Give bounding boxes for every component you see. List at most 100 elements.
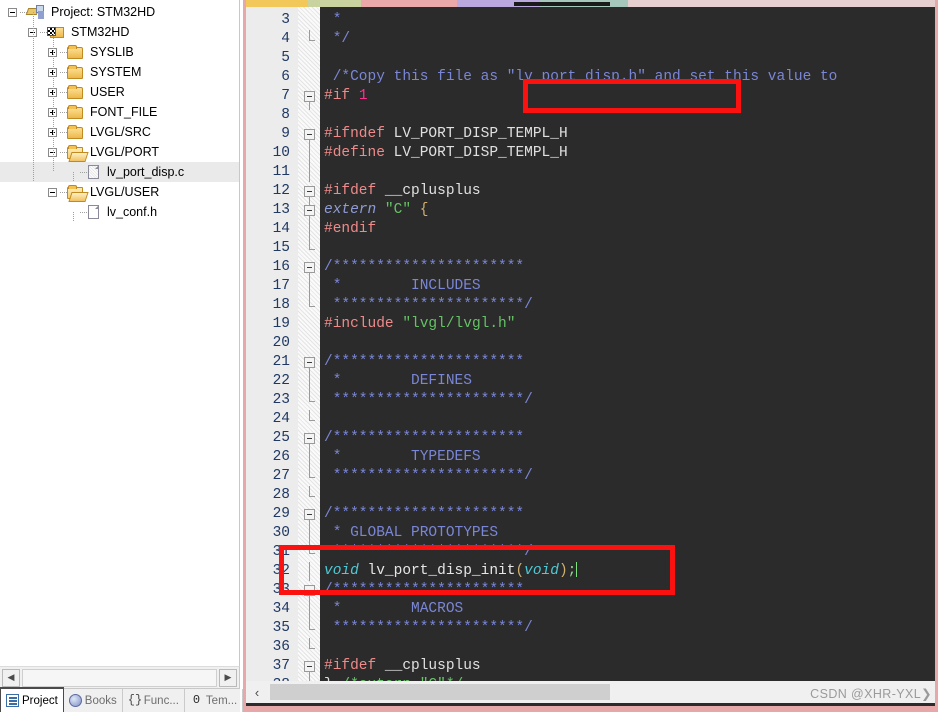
tree-connector	[60, 82, 67, 102]
code-line[interactable]: * GLOBAL PROTOTYPES	[324, 524, 498, 543]
code-line[interactable]: void lv_port_disp_init(void);	[324, 562, 578, 581]
tree-connector	[40, 22, 47, 42]
panel-tab-project[interactable]: Project	[0, 687, 64, 712]
code-line[interactable]: #if 1	[324, 87, 368, 106]
code-scroll-left-button[interactable]: ‹	[248, 683, 266, 701]
tree-item-stm32hd[interactable]: STM32HD	[0, 22, 239, 42]
tree-guide-line	[73, 172, 74, 182]
code-line[interactable]: **********************/	[324, 619, 533, 638]
fold-guide	[309, 410, 310, 420]
code-line[interactable]: #ifdef __cplusplus	[324, 182, 481, 201]
editor-tab-2[interactable]	[361, 0, 457, 7]
line-number-gutter: 3 4 5 6 7 8 9 10 11 12 13 14 15 16 17 18 19 20 21 22 23 24 25 2…	[246, 7, 298, 681]
line-number: 23	[272, 392, 290, 408]
code-line[interactable]: * MACROS	[324, 600, 464, 619]
project-panel: Project: STM32HD STM32HD SYSLIB SYSTEM USER F…	[0, 0, 244, 712]
editor-tab-strip[interactable]	[246, 0, 938, 7]
code-editor-panel: 3 4 5 6 7 8 9 10 11 12 13 14 15 16 17 18 19 20 21 22 23 24 25 2…	[243, 0, 938, 712]
fold-toggle-icon[interactable]	[304, 585, 315, 596]
code-token: * GLOBAL PROTOTYPES	[324, 525, 499, 541]
tree-connector	[60, 42, 67, 62]
code-line[interactable]: /**********************	[324, 429, 524, 448]
tree-item-label: USER	[90, 85, 125, 99]
line-number: 8	[281, 107, 290, 123]
code-token: *	[324, 12, 342, 28]
scroll-track[interactable]	[22, 668, 217, 687]
line-number: 36	[272, 639, 290, 655]
tree-item-font-file[interactable]: FONT_FILE	[0, 102, 239, 122]
fold-toggle-icon[interactable]	[304, 186, 315, 197]
line-number: 22	[272, 373, 290, 389]
code-line[interactable]: #ifdef __cplusplus	[324, 657, 481, 676]
tree-connector	[60, 62, 67, 82]
code-line[interactable]: #include "lvgl/lvgl.h"	[324, 315, 515, 334]
panel-tab-tem[interactable]: 0 Tem...	[185, 689, 244, 712]
code-token: ;	[567, 563, 577, 579]
tree-item-project-stm32hd[interactable]: Project: STM32HD	[0, 2, 239, 22]
code-scroll-thumb[interactable]	[270, 684, 610, 700]
code-line[interactable]: */	[324, 30, 350, 49]
code-editor[interactable]: 3 4 5 6 7 8 9 10 11 12 13 14 15 16 17 18 19 20 21 22 23 24 25 2…	[246, 7, 938, 681]
code-line[interactable]: #define LV_PORT_DISP_TEMPL_H	[324, 144, 568, 163]
code-text[interactable]: * */ /*Copy this file as "lv_port_disp.h…	[320, 7, 938, 681]
tree-item-lvgl-src[interactable]: LVGL/SRC	[0, 122, 239, 142]
tree-item-lvgl-user[interactable]: LVGL/USER	[0, 182, 239, 202]
collapse-icon[interactable]	[48, 187, 57, 197]
code-line[interactable]: * DEFINES	[324, 372, 472, 391]
tree-item-syslib[interactable]: SYSLIB	[0, 42, 239, 62]
tree-item-system[interactable]: SYSTEM	[0, 62, 239, 82]
code-token: * MACROS	[324, 601, 464, 617]
code-line[interactable]: extern "C" {	[324, 201, 428, 220]
code-folding-margin[interactable]	[298, 7, 320, 681]
code-line[interactable]: **********************/	[324, 543, 533, 562]
editor-tab-0[interactable]	[246, 0, 308, 7]
panel-tab-label: Func...	[143, 694, 179, 707]
code-line[interactable]: #endif	[324, 220, 376, 239]
code-line[interactable]: **********************/	[324, 467, 533, 486]
code-line[interactable]: *	[324, 11, 342, 30]
fold-toggle-icon[interactable]	[304, 509, 315, 520]
tree-item-label: Project: STM32HD	[51, 5, 156, 19]
scroll-right-button[interactable]: ▶	[219, 668, 237, 687]
line-number: 21	[272, 354, 290, 370]
fold-toggle-icon[interactable]	[304, 357, 315, 368]
code-line[interactable]: /*Copy this file as "lv_port_disp.h" and…	[324, 68, 838, 87]
line-number: 3	[281, 12, 290, 28]
code-token: (	[515, 563, 525, 579]
fold-toggle-icon[interactable]	[304, 661, 315, 672]
fold-toggle-icon[interactable]	[304, 433, 315, 444]
tree-item-lv-port-disp-c[interactable]: lv_port_disp.c	[0, 162, 239, 182]
scroll-left-button[interactable]: ◀	[2, 668, 20, 687]
code-line[interactable]: /**********************	[324, 258, 524, 277]
code-line[interactable]: #ifndef LV_PORT_DISP_TEMPL_H	[324, 125, 568, 144]
code-line[interactable]: /**********************	[324, 581, 524, 600]
code-line[interactable]: **********************/	[324, 296, 533, 315]
collapse-icon[interactable]	[8, 7, 17, 17]
panel-tab-func[interactable]: {} Func...	[123, 689, 185, 712]
code-line[interactable]: /**********************	[324, 353, 524, 372]
code-line[interactable]: /**********************	[324, 505, 524, 524]
editor-tab-1[interactable]	[308, 0, 361, 7]
code-line[interactable]: * TYPEDEFS	[324, 448, 481, 467]
code-line[interactable]: * INCLUDES	[324, 277, 481, 296]
active-tab-indicator	[514, 2, 610, 6]
code-token: "lvgl/lvgl.h"	[402, 316, 516, 332]
tree-item-lvgl-port[interactable]: LVGL/PORT	[0, 142, 239, 162]
fold-toggle-icon[interactable]	[304, 262, 315, 273]
fold-toggle-icon[interactable]	[304, 91, 315, 102]
code-line[interactable]: **********************/	[324, 391, 533, 410]
tree-item-user[interactable]: USER	[0, 82, 239, 102]
panel-tab-books[interactable]: Books	[64, 689, 123, 712]
fold-toggle-icon[interactable]	[304, 129, 315, 140]
text-caret	[576, 562, 578, 577]
project-panel-tabs[interactable]: Project Books {} Func... 0 Tem...	[0, 687, 244, 712]
project-tree-hscrollbar[interactable]: ◀ ▶	[0, 666, 240, 688]
fold-toggle-icon[interactable]	[304, 205, 315, 216]
tree-connector	[60, 142, 67, 162]
tree-item-lv-conf-h[interactable]: lv_conf.h	[0, 202, 239, 222]
project-tree[interactable]: Project: STM32HD STM32HD SYSLIB SYSTEM USER F…	[0, 0, 240, 666]
fold-guide	[309, 543, 310, 553]
editor-tab-5[interactable]	[628, 0, 938, 7]
code-token: **********************/	[324, 544, 533, 560]
line-number: 28	[272, 487, 290, 503]
